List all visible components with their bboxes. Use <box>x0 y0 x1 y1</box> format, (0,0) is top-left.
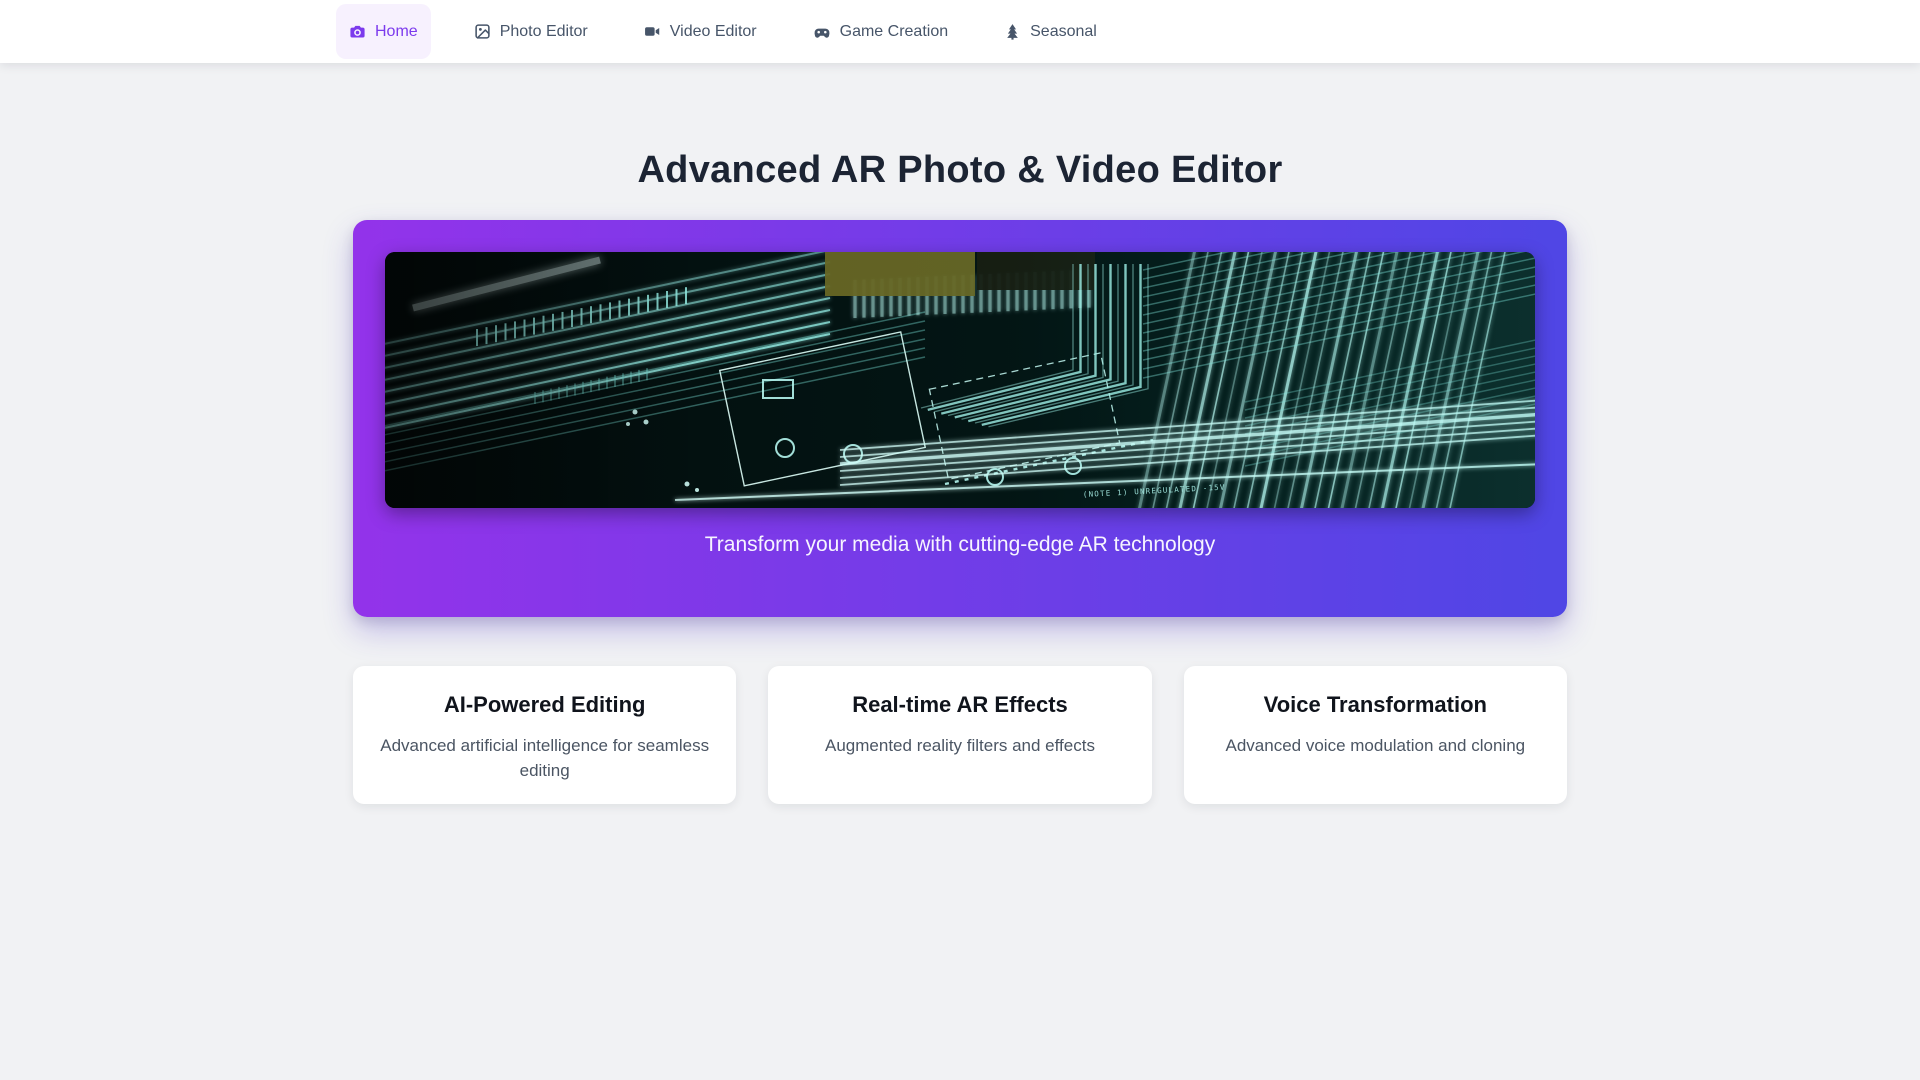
main-content: Advanced AR Photo & Video Editor (NOTE 1… <box>0 149 1920 804</box>
nav-tab-label: Game Creation <box>839 22 949 40</box>
feature-card-description: Advanced artificial intelligence for sea… <box>380 736 710 780</box>
nav-tab-video-editor[interactable]: Video Editor <box>631 4 770 59</box>
page-title: Advanced AR Photo & Video Editor <box>637 149 1283 191</box>
hero-banner: (NOTE 1) UNREGULATED -15V Transform your… <box>353 220 1567 617</box>
top-navigation: Home Photo Editor Video Editor Game Crea… <box>0 0 1920 63</box>
circuit-board-art: (NOTE 1) UNREGULATED -15V <box>385 252 1535 508</box>
feature-card-voice: Voice Transformation Advanced voice modu… <box>1183 666 1567 804</box>
feature-card-description: Augmented reality filters and effects <box>825 736 1095 755</box>
feature-card-description: Advanced voice modulation and cloning <box>1225 736 1526 755</box>
nav-tab-label: Video Editor <box>669 22 757 40</box>
hero-caption: Transform your media with cutting-edge A… <box>704 533 1216 556</box>
nav-tab-photo-editor[interactable]: Photo Editor <box>461 4 601 59</box>
feature-cards: AI-Powered Editing Advanced artificial i… <box>353 666 1567 804</box>
video-camera-icon <box>644 23 661 40</box>
nav-tab-seasonal[interactable]: Seasonal <box>991 4 1110 59</box>
feature-card-title: Real-time AR Effects <box>852 692 1068 717</box>
nav-items-row: Home Photo Editor Video Editor Game Crea… <box>336 0 1584 63</box>
nav-tab-label: Photo Editor <box>499 22 588 40</box>
nav-tab-home[interactable]: Home <box>336 4 431 59</box>
feature-card-title: Voice Transformation <box>1263 692 1487 717</box>
circuit-board-image: (NOTE 1) UNREGULATED -15V <box>385 252 1535 508</box>
nav-tab-game-creation[interactable]: Game Creation <box>800 4 962 59</box>
feature-card-ar-effects: Real-time AR Effects Augmented reality f… <box>768 666 1152 804</box>
feature-card-ai-editing: AI-Powered Editing Advanced artificial i… <box>353 666 737 804</box>
camera-icon <box>349 23 366 40</box>
feature-card-title: AI-Powered Editing <box>443 692 646 717</box>
gamepad-icon <box>813 23 831 41</box>
pine-tree-icon <box>1004 23 1021 40</box>
photo-icon <box>474 23 491 40</box>
nav-tab-label: Home <box>375 22 418 40</box>
nav-tab-label: Seasonal <box>1030 22 1097 40</box>
